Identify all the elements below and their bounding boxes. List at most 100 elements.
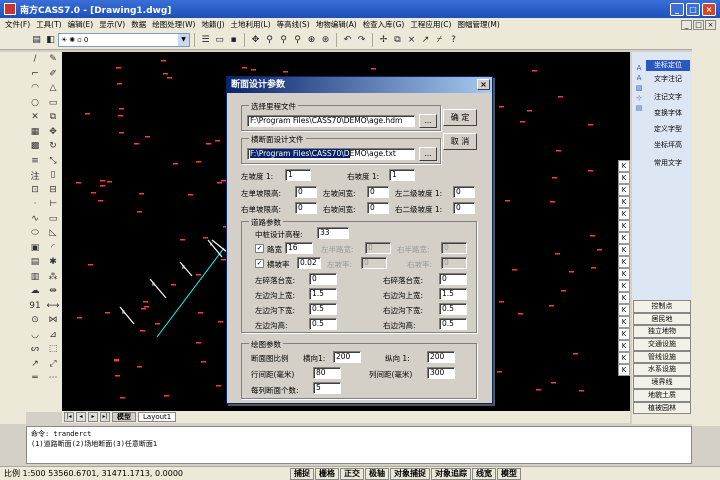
right-slope-width-input[interactable]: 0	[367, 202, 389, 214]
zoom-previous-icon[interactable]: ⚲	[277, 34, 290, 47]
tab-first-button[interactable]: |◂	[64, 412, 74, 422]
spline-icon[interactable]: ∿	[31, 214, 39, 224]
h-scale-input[interactable]: 200	[333, 351, 361, 363]
break-icon[interactable]: ⌿	[433, 34, 446, 47]
common-tool-icon[interactable]: ▤	[636, 104, 643, 112]
right-slope-input[interactable]: 1	[389, 169, 415, 181]
category-landform[interactable]: 地貌土质	[633, 388, 691, 402]
copy-icon[interactable]: ⧉	[391, 34, 404, 47]
measure-icon[interactable]: ⊿	[49, 330, 57, 340]
dim-icon[interactable]: ⊙	[31, 315, 39, 325]
v-scale-input[interactable]: 200	[427, 351, 455, 363]
menu-file[interactable]: 文件(F)	[2, 19, 33, 30]
rect-icon[interactable]: ▭	[49, 98, 58, 108]
menu-drawing[interactable]: 绘图处理(W)	[149, 19, 198, 30]
arc-icon[interactable]: ◠	[31, 83, 39, 93]
layer-combo[interactable]: ☀ ✺ ▫ 0 ▼	[58, 33, 190, 47]
divide-icon[interactable]: ⋯	[49, 373, 58, 383]
menu-feature-edit[interactable]: 地物编辑(A)	[313, 19, 360, 30]
rp-define-font[interactable]: 定义字型	[646, 124, 690, 135]
close-button[interactable]: ×	[702, 2, 716, 16]
join-icon[interactable]: ⋈	[49, 315, 58, 325]
left-berm-input[interactable]: 0	[309, 273, 337, 285]
dialog-close-button[interactable]: ×	[477, 79, 490, 90]
point-icon[interactable]: ·	[34, 199, 37, 209]
xline-icon[interactable]: ⤢	[49, 359, 56, 369]
gradient-icon[interactable]: ▥	[31, 272, 40, 282]
sketch-icon[interactable]: ᔕ	[31, 344, 39, 354]
category-water[interactable]: 水系设施	[633, 363, 691, 377]
chevron-down-icon[interactable]: ▼	[178, 34, 189, 46]
menu-sheet[interactable]: 图幅管理(M)	[454, 19, 502, 30]
tab-layout1[interactable]: Layout1	[138, 412, 177, 422]
category-vegetation[interactable]: 植被园林	[633, 401, 691, 415]
ortho-toggle[interactable]: 正交	[340, 467, 364, 480]
hatch-icon[interactable]: ▩	[31, 141, 40, 151]
right-slope-rate-input[interactable]: 0	[441, 257, 467, 269]
osnap-toggle[interactable]: 对象捕捉	[390, 467, 430, 480]
menu-contour[interactable]: 等高线(S)	[274, 19, 313, 30]
lineweight-toggle[interactable]: 线宽	[472, 467, 496, 480]
erase-icon[interactable]: ✕	[31, 112, 39, 122]
tab-next-button[interactable]: ▸	[88, 412, 98, 422]
zoom-window-icon[interactable]: ⚲	[291, 34, 304, 47]
redo-icon[interactable]: ↷	[355, 34, 368, 47]
menu-view[interactable]: 显示(V)	[96, 19, 128, 30]
ray-icon[interactable]: ↗	[31, 359, 39, 369]
right-single-slope-height-input[interactable]: 0	[295, 202, 317, 214]
menu-landuse[interactable]: 土地利用(L)	[228, 19, 274, 30]
arc2-icon[interactable]: ◡	[31, 330, 39, 340]
cancel-button[interactable]: 取 消	[443, 133, 477, 150]
revcloud-icon[interactable]: ☁	[31, 286, 40, 296]
text-icon[interactable]: 注	[30, 169, 39, 182]
polar-toggle[interactable]: 极轴	[365, 467, 389, 480]
pan-icon[interactable]: ✥	[249, 34, 262, 47]
doc-close-button[interactable]: ×	[705, 19, 716, 30]
mline-icon[interactable]: ═	[32, 373, 37, 383]
extend-tool-icon[interactable]: ⊢	[49, 199, 57, 209]
zoom-realtime-icon[interactable]: ⚲	[263, 34, 276, 47]
block-icon[interactable]: ⊡	[31, 185, 39, 195]
stretch-icon[interactable]: ▯	[51, 170, 56, 180]
road-width-input[interactable]: 16	[285, 242, 313, 254]
coord-tool-icon[interactable]: ⊹	[636, 94, 642, 102]
doc-minimize-button[interactable]: _	[681, 19, 692, 30]
explode-icon[interactable]: ✱	[49, 257, 57, 267]
command-window[interactable]: 命令: tranderct (1)道路断面(2)场地断面(3)任意断面1	[26, 426, 692, 464]
rotate-icon[interactable]: ↻	[49, 141, 57, 151]
menu-toggle-icon[interactable]: ☰	[199, 34, 212, 47]
line-icon[interactable]: /	[33, 54, 36, 64]
left-ditch-bottom-input[interactable]: 0.5	[309, 303, 337, 315]
grid-icon[interactable]: ▦	[31, 127, 40, 137]
menu-cadastre[interactable]: 地籍(J)	[198, 19, 227, 30]
ellipse-icon[interactable]: ⬭	[31, 228, 39, 238]
cross-slope-input[interactable]: 0.02	[297, 257, 321, 269]
per-column-input[interactable]: 5	[313, 382, 341, 394]
tab-model[interactable]: 模型	[112, 412, 136, 422]
mirror-icon[interactable]: ⇹	[49, 286, 57, 296]
browse-cross-button[interactable]: ...	[419, 147, 437, 161]
category-residential[interactable]: 居民地	[633, 312, 691, 326]
row-gap-input[interactable]: 80	[313, 367, 341, 379]
array-icon[interactable]: ⁂	[49, 272, 58, 282]
right-half-width-input[interactable]: 0	[441, 242, 467, 254]
table-icon[interactable]: ▤	[31, 257, 40, 267]
grid-toggle[interactable]: 栅格	[315, 467, 339, 480]
rp-annotate-text[interactable]: 注记文字	[646, 92, 690, 103]
break-tool-icon[interactable]: ▭	[49, 214, 58, 224]
style-tool-icon[interactable]: ▧	[636, 84, 643, 92]
lengthen-icon[interactable]: ⟷	[47, 301, 60, 311]
right-ditch-height-input[interactable]: 0.5	[439, 318, 467, 330]
polyline-icon[interactable]: ⌐	[31, 69, 39, 79]
font-tool-icon[interactable]: A	[637, 74, 642, 82]
zoom-all-icon[interactable]: ⊛	[319, 34, 332, 47]
doc-restore-button[interactable]: □	[693, 19, 704, 30]
triangle-icon[interactable]: △	[50, 83, 57, 93]
snap-toggle[interactable]: 捕捉	[290, 467, 314, 480]
trim-icon[interactable]: ⨯	[405, 34, 418, 47]
num-icon[interactable]: 91	[29, 301, 40, 311]
col-gap-input[interactable]: 300	[427, 367, 455, 379]
road-width-checkbox[interactable]: ✓	[255, 244, 264, 253]
left-half-width-input[interactable]: 0	[365, 242, 391, 254]
circle-icon[interactable]: ○	[31, 98, 39, 108]
